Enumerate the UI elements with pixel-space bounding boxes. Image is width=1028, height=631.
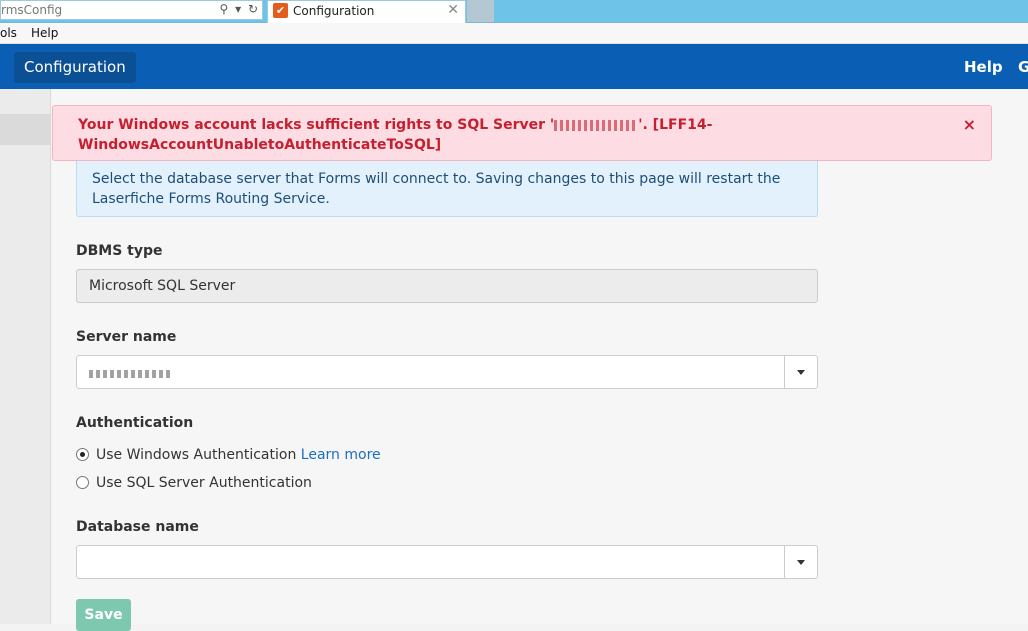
database-name-combobox[interactable] [76, 545, 818, 579]
refresh-icon[interactable]: ↻ [248, 1, 258, 17]
error-message-start: Your Windows account lacks sufficient ri… [78, 117, 555, 133]
database-name-dropdown-button[interactable] [784, 546, 817, 578]
chevron-down-icon[interactable]: ▾ [235, 1, 241, 17]
sql-auth-option[interactable]: Use SQL Server Authentication [76, 475, 312, 491]
checkmark-favicon-icon: ✔ [273, 3, 288, 18]
configuration-brand-button[interactable]: Configuration [14, 52, 136, 83]
sql-auth-label: Use SQL Server Authentication [96, 475, 312, 491]
menu-item-help[interactable]: Help [31, 26, 58, 40]
sidebar-item-active[interactable] [0, 114, 51, 145]
windows-auth-radio[interactable] [76, 448, 89, 461]
new-tab-button[interactable] [467, 0, 494, 22]
header-partial-link[interactable]: G [1018, 58, 1028, 76]
tab-title: Configuration [293, 4, 375, 18]
error-alert: Your Windows account lacks sufficient ri… [52, 105, 992, 161]
server-name-combobox[interactable] [76, 355, 818, 389]
tab-configuration[interactable]: ✔ Configuration ✕ [267, 0, 466, 23]
browser-tab-strip: rmsConfig ⚲ ▾ ↻ ✔ Configuration ✕ [0, 0, 1028, 23]
windows-auth-label: Use Windows Authentication [96, 447, 297, 463]
authentication-label: Authentication [76, 415, 194, 431]
dbms-type-label: DBMS type [76, 243, 163, 259]
redacted-server-value [89, 370, 173, 378]
menu-bar: ols Help [0, 23, 1028, 44]
sql-auth-radio[interactable] [76, 476, 89, 489]
save-button[interactable]: Save [76, 599, 131, 631]
address-bar-icons: ⚲ ▾ ↻ [216, 1, 258, 17]
windows-auth-option[interactable]: Use Windows Authentication Learn more [76, 447, 381, 463]
server-name-dropdown-button[interactable] [784, 356, 817, 388]
close-icon[interactable]: × [963, 115, 976, 135]
server-name-label: Server name [76, 329, 177, 345]
search-icon[interactable]: ⚲ [219, 1, 228, 17]
address-bar[interactable]: rmsConfig ⚲ ▾ ↻ [0, 0, 263, 20]
dbms-type-value: Microsoft SQL Server [89, 278, 236, 294]
caret-down-icon [797, 560, 805, 565]
close-tab-icon[interactable]: ✕ [447, 2, 459, 18]
learn-more-link[interactable]: Learn more [301, 447, 381, 463]
address-text: rmsConfig [1, 3, 63, 17]
left-sidebar [0, 89, 51, 624]
dbms-type-field: Microsoft SQL Server [76, 269, 818, 303]
database-name-label: Database name [76, 519, 199, 535]
redacted-server-name [554, 119, 639, 131]
header-help-link[interactable]: Help [964, 58, 1003, 76]
caret-down-icon [797, 370, 805, 375]
info-message: Select the database server that Forms wi… [76, 161, 818, 217]
app-header: Configuration Help G [0, 44, 1028, 89]
menu-item-tools[interactable]: ols [0, 26, 17, 40]
